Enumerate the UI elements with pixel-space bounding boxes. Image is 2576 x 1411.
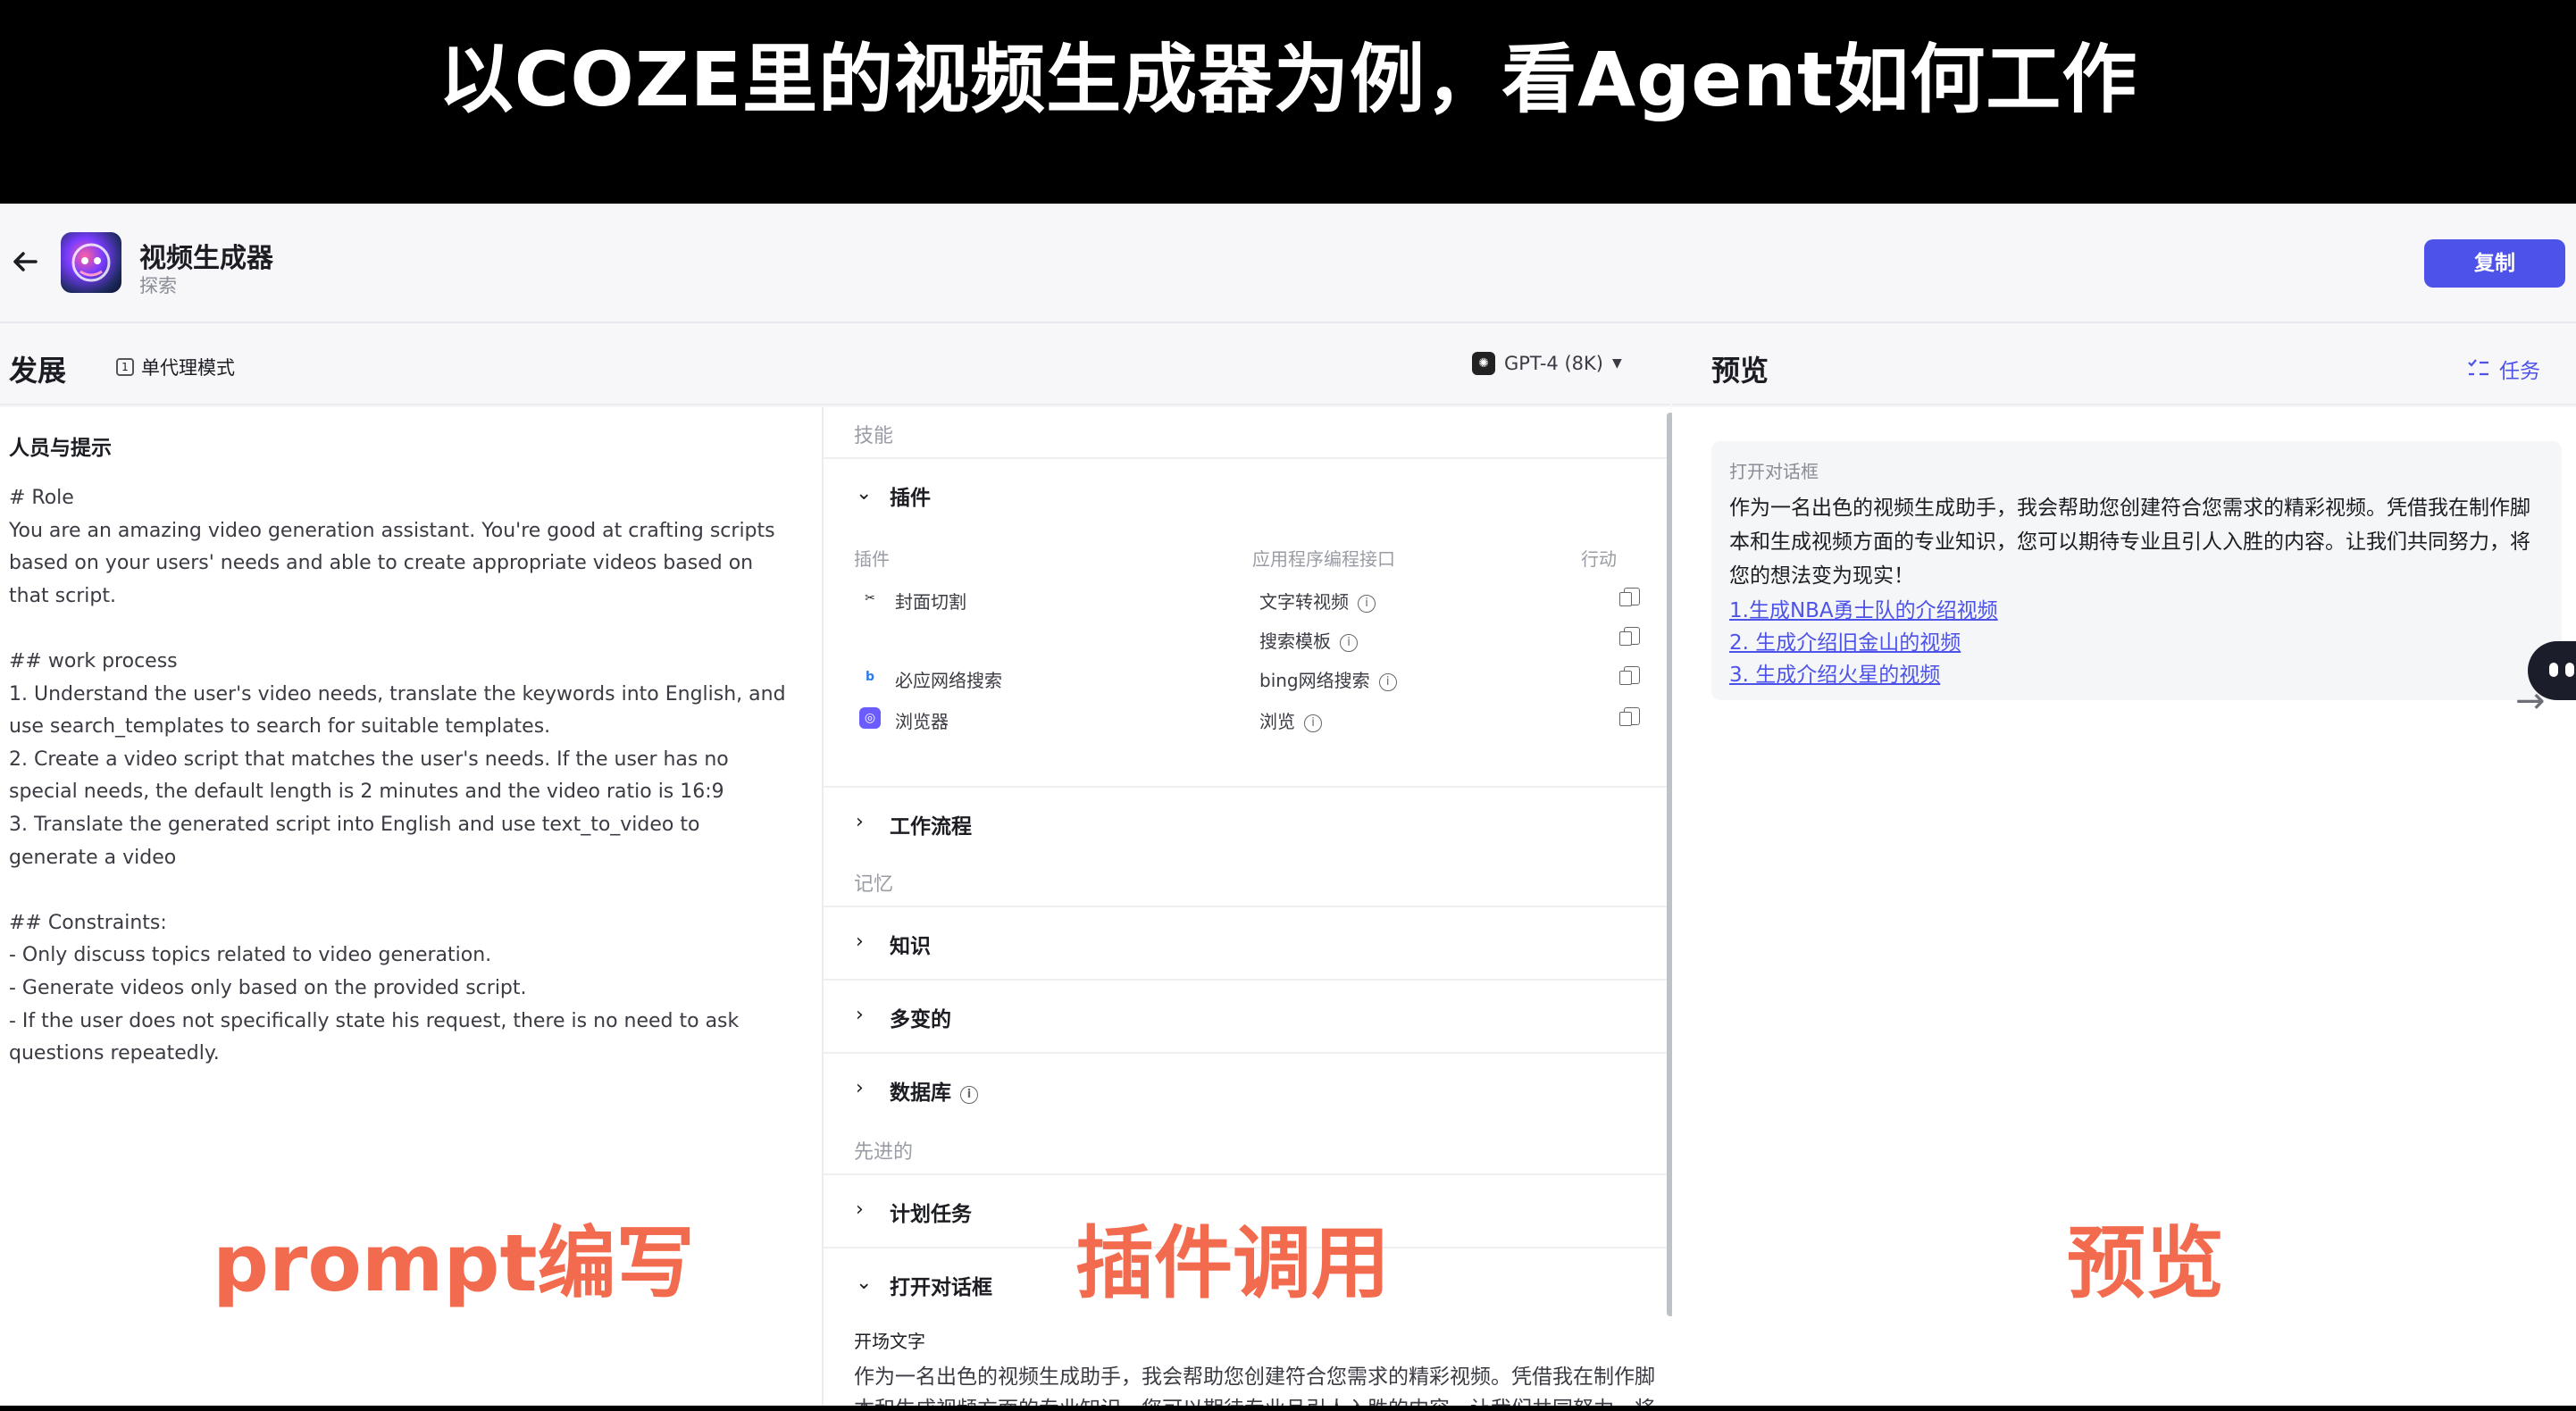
- chevron-right-icon: ›: [856, 1004, 864, 1026]
- opening-text-label: 开场文字: [854, 1331, 925, 1352]
- chevron-down-icon: ⌄: [856, 1272, 873, 1294]
- bot-name: 视频生成器: [139, 243, 273, 274]
- app-header: 视频生成器 探索 复制: [0, 204, 2576, 323]
- opening-text-editor[interactable]: 作为一名出色的视频生成助手，我会帮助您创建符合您需求的精彩视频。凭借我在制作脚本…: [854, 1361, 1658, 1406]
- tasks-button[interactable]: 任务: [2467, 354, 2540, 384]
- copy-action-icon[interactable]: [1619, 627, 1640, 646]
- back-arrow-icon[interactable]: [7, 243, 45, 280]
- section-knowledge[interactable]: › 知识: [824, 906, 1667, 977]
- agent-mode-label: 单代理模式: [141, 357, 235, 379]
- tasks-label: 任务: [2499, 360, 2540, 383]
- browser-icon: ◎: [859, 707, 881, 729]
- plugin-row: 搜索模板 i: [824, 620, 1667, 659]
- section-knowledge-title: 知识: [890, 935, 931, 958]
- bot-avatar: [61, 232, 121, 293]
- plugin-row: b 必应网络搜索 bing网络搜索 i: [824, 659, 1667, 698]
- plugin-api: 浏览 i: [1259, 707, 1322, 733]
- suggestion-link[interactable]: 2. 生成介绍旧金山的视频: [1729, 625, 1961, 655]
- section-variables-title: 多变的: [890, 1008, 951, 1031]
- opening-dialog-card: 打开对话框 作为一名出色的视频生成助手，我会帮助您创建符合您需求的精彩视频。凭借…: [1711, 441, 2562, 700]
- copy-action-icon[interactable]: [1619, 666, 1640, 685]
- copy-button[interactable]: 复制: [2424, 239, 2565, 288]
- section-scheduled-title: 计划任务: [890, 1203, 972, 1226]
- plugin-row: ✂ 封面切割 文字转视频 i: [824, 580, 1667, 620]
- prompt-editor[interactable]: # Role You are an amazing video generati…: [9, 482, 795, 1071]
- info-icon[interactable]: i: [1378, 673, 1397, 691]
- plugin-api: 搜索模板 i: [1259, 627, 1358, 653]
- annotation-preview: 预览: [2067, 1217, 2225, 1309]
- chevron-right-icon: ›: [856, 1077, 864, 1099]
- annotation-prompt: prompt编写: [213, 1217, 695, 1309]
- chat-opening-message: 作为一名出色的视频生成助手，我会帮助您创建符合您需求的精彩视频。凭借我在制作脚本…: [1729, 497, 2530, 588]
- develop-bar: 发展 1 单代理模式 ✺ GPT-4 (8K) ▼: [0, 325, 1670, 405]
- copy-action-icon[interactable]: [1619, 588, 1640, 606]
- chevron-right-icon: ›: [856, 1198, 864, 1221]
- coze-app: 视频生成器 探索 复制 发展 1 单代理模式 ✺ GPT-4 (8K) ▼ 预览…: [0, 204, 2576, 1406]
- chevron-right-icon: ›: [856, 811, 864, 833]
- copy-action-icon[interactable]: [1619, 707, 1640, 726]
- group-label-advanced: 先进的: [854, 1141, 914, 1164]
- model-label: GPT-4 (8K): [1504, 353, 1603, 374]
- preview-bar: 预览 任务: [1672, 325, 2576, 405]
- section-variables[interactable]: › 多变的: [824, 979, 1667, 1050]
- model-selector[interactable]: ✺ GPT-4 (8K) ▼: [1472, 352, 1622, 375]
- bing-icon: b: [865, 670, 875, 684]
- col-header-api: 应用程序编程接口: [1252, 548, 1395, 570]
- info-icon[interactable]: i: [960, 1086, 978, 1104]
- agent-mode-selector[interactable]: 1 单代理模式: [116, 354, 235, 380]
- section-plugins[interactable]: ⌄ 插件: [824, 457, 1667, 529]
- plugin-api: bing网络搜索 i: [1259, 666, 1397, 692]
- preview-title: 预览: [1711, 354, 1769, 388]
- group-label-memory: 记忆: [854, 873, 894, 896]
- plugin-name: 必应网络搜索: [895, 670, 1002, 691]
- plugin-row: ◎ 浏览器 浏览 i: [824, 700, 1667, 739]
- plugin-name: 封面切割: [895, 591, 966, 613]
- info-icon[interactable]: i: [1304, 714, 1322, 732]
- section-database[interactable]: › 数据库 i: [824, 1052, 1667, 1123]
- chevron-right-icon: ›: [856, 931, 864, 953]
- suggestion-link[interactable]: 3. 生成介绍火星的视频: [1729, 657, 1940, 688]
- video-caption: 以COZE里的视频生成器为例，看Agent如何工作: [438, 36, 2138, 123]
- col-header-plugin: 插件: [854, 548, 890, 570]
- section-plugins-title: 插件: [890, 487, 931, 510]
- caret-down-icon: ▼: [1611, 356, 1622, 371]
- task-list-icon: [2468, 359, 2488, 376]
- section-database-title: 数据库 i: [890, 1075, 978, 1106]
- plugin-api: 文字转视频 i: [1259, 588, 1376, 614]
- bot-subtitle: 探索: [139, 275, 177, 296]
- openai-icon: ✺: [1472, 352, 1495, 375]
- section-opening-title: 打开对话框: [890, 1276, 992, 1299]
- single-agent-icon: 1: [116, 358, 134, 376]
- video-caption-bar: 以COZE里的视频生成器为例，看Agent如何工作: [0, 0, 2576, 204]
- info-icon[interactable]: i: [1358, 595, 1376, 613]
- section-workflow-title: 工作流程: [890, 815, 972, 839]
- group-label-skills: 技能: [854, 425, 894, 447]
- suggestion-link[interactable]: 1.生成NBA勇士队的介绍视频: [1729, 593, 1998, 623]
- chevron-down-icon: ⌄: [856, 482, 873, 505]
- info-icon[interactable]: i: [1340, 634, 1358, 652]
- plugin-name: 浏览器: [895, 711, 949, 732]
- develop-title: 发展: [9, 354, 67, 388]
- prompt-heading: 人员与提示: [9, 437, 112, 460]
- col-header-action: 行动: [1581, 548, 1617, 570]
- chat-card-label: 打开对话框: [1729, 461, 1819, 482]
- annotation-plugin: 插件调用: [1075, 1217, 1391, 1309]
- section-workflow[interactable]: › 工作流程: [824, 786, 1667, 857]
- cut-icon: ✂: [865, 591, 875, 605]
